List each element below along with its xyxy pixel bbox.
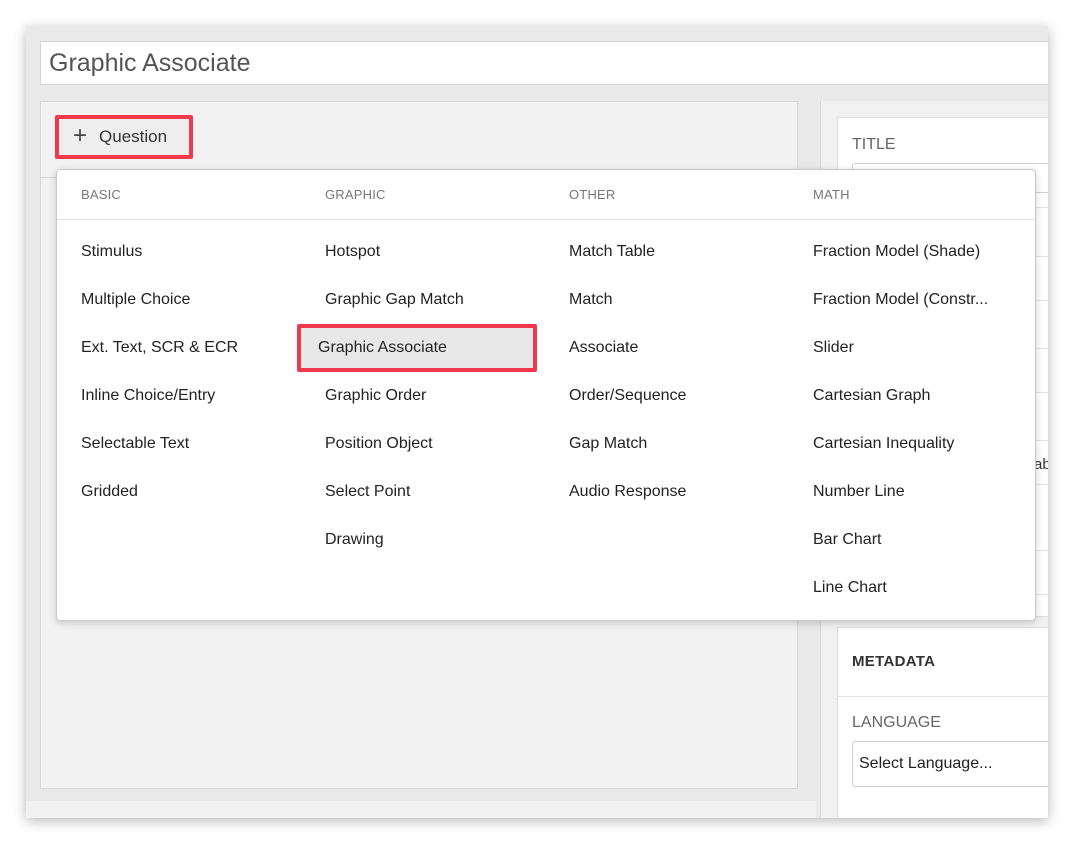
menu-item-stimulus[interactable]: Stimulus xyxy=(57,228,293,276)
menu-item-cartesian-graph[interactable]: Cartesian Graph xyxy=(789,372,1025,420)
column-heading-other: OTHER xyxy=(569,187,616,202)
menu-item-audio-response[interactable]: Audio Response xyxy=(545,468,781,516)
menu-item-gap-match[interactable]: Gap Match xyxy=(545,420,781,468)
column-math: Fraction Model (Shade) Fraction Model (C… xyxy=(789,228,1025,612)
column-graphic: Hotspot Graphic Gap Match Graphic Associ… xyxy=(297,228,537,564)
editor-window: Graphic Associate + Question TITLE ab ME… xyxy=(26,26,1048,818)
menu-item-drawing[interactable]: Drawing xyxy=(301,516,537,564)
menu-item-position-object[interactable]: Position Object xyxy=(301,420,537,468)
column-basic: Stimulus Multiple Choice Ext. Text, SCR … xyxy=(57,228,293,516)
menu-item-bar-chart[interactable]: Bar Chart xyxy=(789,516,1025,564)
bottom-strip xyxy=(26,801,816,818)
menu-item-multiple-choice[interactable]: Multiple Choice xyxy=(57,276,293,324)
menu-item-ext-text[interactable]: Ext. Text, SCR & ECR xyxy=(57,324,293,372)
metadata-heading: METADATA xyxy=(852,653,936,670)
language-label: LANGUAGE xyxy=(852,714,941,731)
plus-icon: + xyxy=(73,122,88,149)
menu-item-graphic-gap-match[interactable]: Graphic Gap Match xyxy=(301,276,537,324)
item-title-text: Graphic Associate xyxy=(49,48,251,77)
menu-item-match-table[interactable]: Match Table xyxy=(545,228,781,276)
menu-item-fraction-model-shade[interactable]: Fraction Model (Shade) xyxy=(789,228,1025,276)
column-heading-graphic: GRAPHIC xyxy=(325,187,386,202)
metadata-card: METADATA LANGUAGE Select Language... xyxy=(837,627,1048,818)
menu-item-line-chart[interactable]: Line Chart xyxy=(789,564,1025,612)
column-heading-basic: BASIC xyxy=(81,187,122,202)
menu-item-graphic-order[interactable]: Graphic Order xyxy=(301,372,537,420)
item-title-input[interactable]: Graphic Associate xyxy=(40,41,1048,85)
menu-item-associate[interactable]: Associate xyxy=(545,324,781,372)
menu-item-order-sequence[interactable]: Order/Sequence xyxy=(545,372,781,420)
add-question-button[interactable]: + Question xyxy=(55,115,193,159)
menu-item-match[interactable]: Match xyxy=(545,276,781,324)
menu-item-fraction-model-construct[interactable]: Fraction Model (Constr... xyxy=(789,276,1025,324)
divider xyxy=(838,696,1048,697)
menu-item-number-line[interactable]: Number Line xyxy=(789,468,1025,516)
title-label: TITLE xyxy=(852,136,896,153)
language-select-value: Select Language... xyxy=(859,755,993,772)
column-other: Match Table Match Associate Order/Sequen… xyxy=(545,228,781,516)
language-select[interactable]: Select Language... xyxy=(852,741,1048,787)
menu-item-gridded[interactable]: Gridded xyxy=(57,468,293,516)
menu-item-cartesian-inequality[interactable]: Cartesian Inequality xyxy=(789,420,1025,468)
add-question-label: Question xyxy=(99,127,168,146)
menu-item-selectable-text[interactable]: Selectable Text xyxy=(57,420,293,468)
menu-item-graphic-associate[interactable]: Graphic Associate xyxy=(297,324,537,372)
question-panel-header: + Question xyxy=(41,102,797,178)
menu-item-select-point[interactable]: Select Point xyxy=(301,468,537,516)
partial-field-text: ab xyxy=(1034,456,1048,473)
menu-item-inline-choice[interactable]: Inline Choice/Entry xyxy=(57,372,293,420)
menu-item-hotspot[interactable]: Hotspot xyxy=(301,228,537,276)
menu-item-slider[interactable]: Slider xyxy=(789,324,1025,372)
question-type-menu: BASIC GRAPHIC OTHER MATH Stimulus Multip… xyxy=(56,169,1036,621)
column-heading-math: MATH xyxy=(813,187,850,202)
menu-header: BASIC GRAPHIC OTHER MATH xyxy=(57,170,1035,220)
